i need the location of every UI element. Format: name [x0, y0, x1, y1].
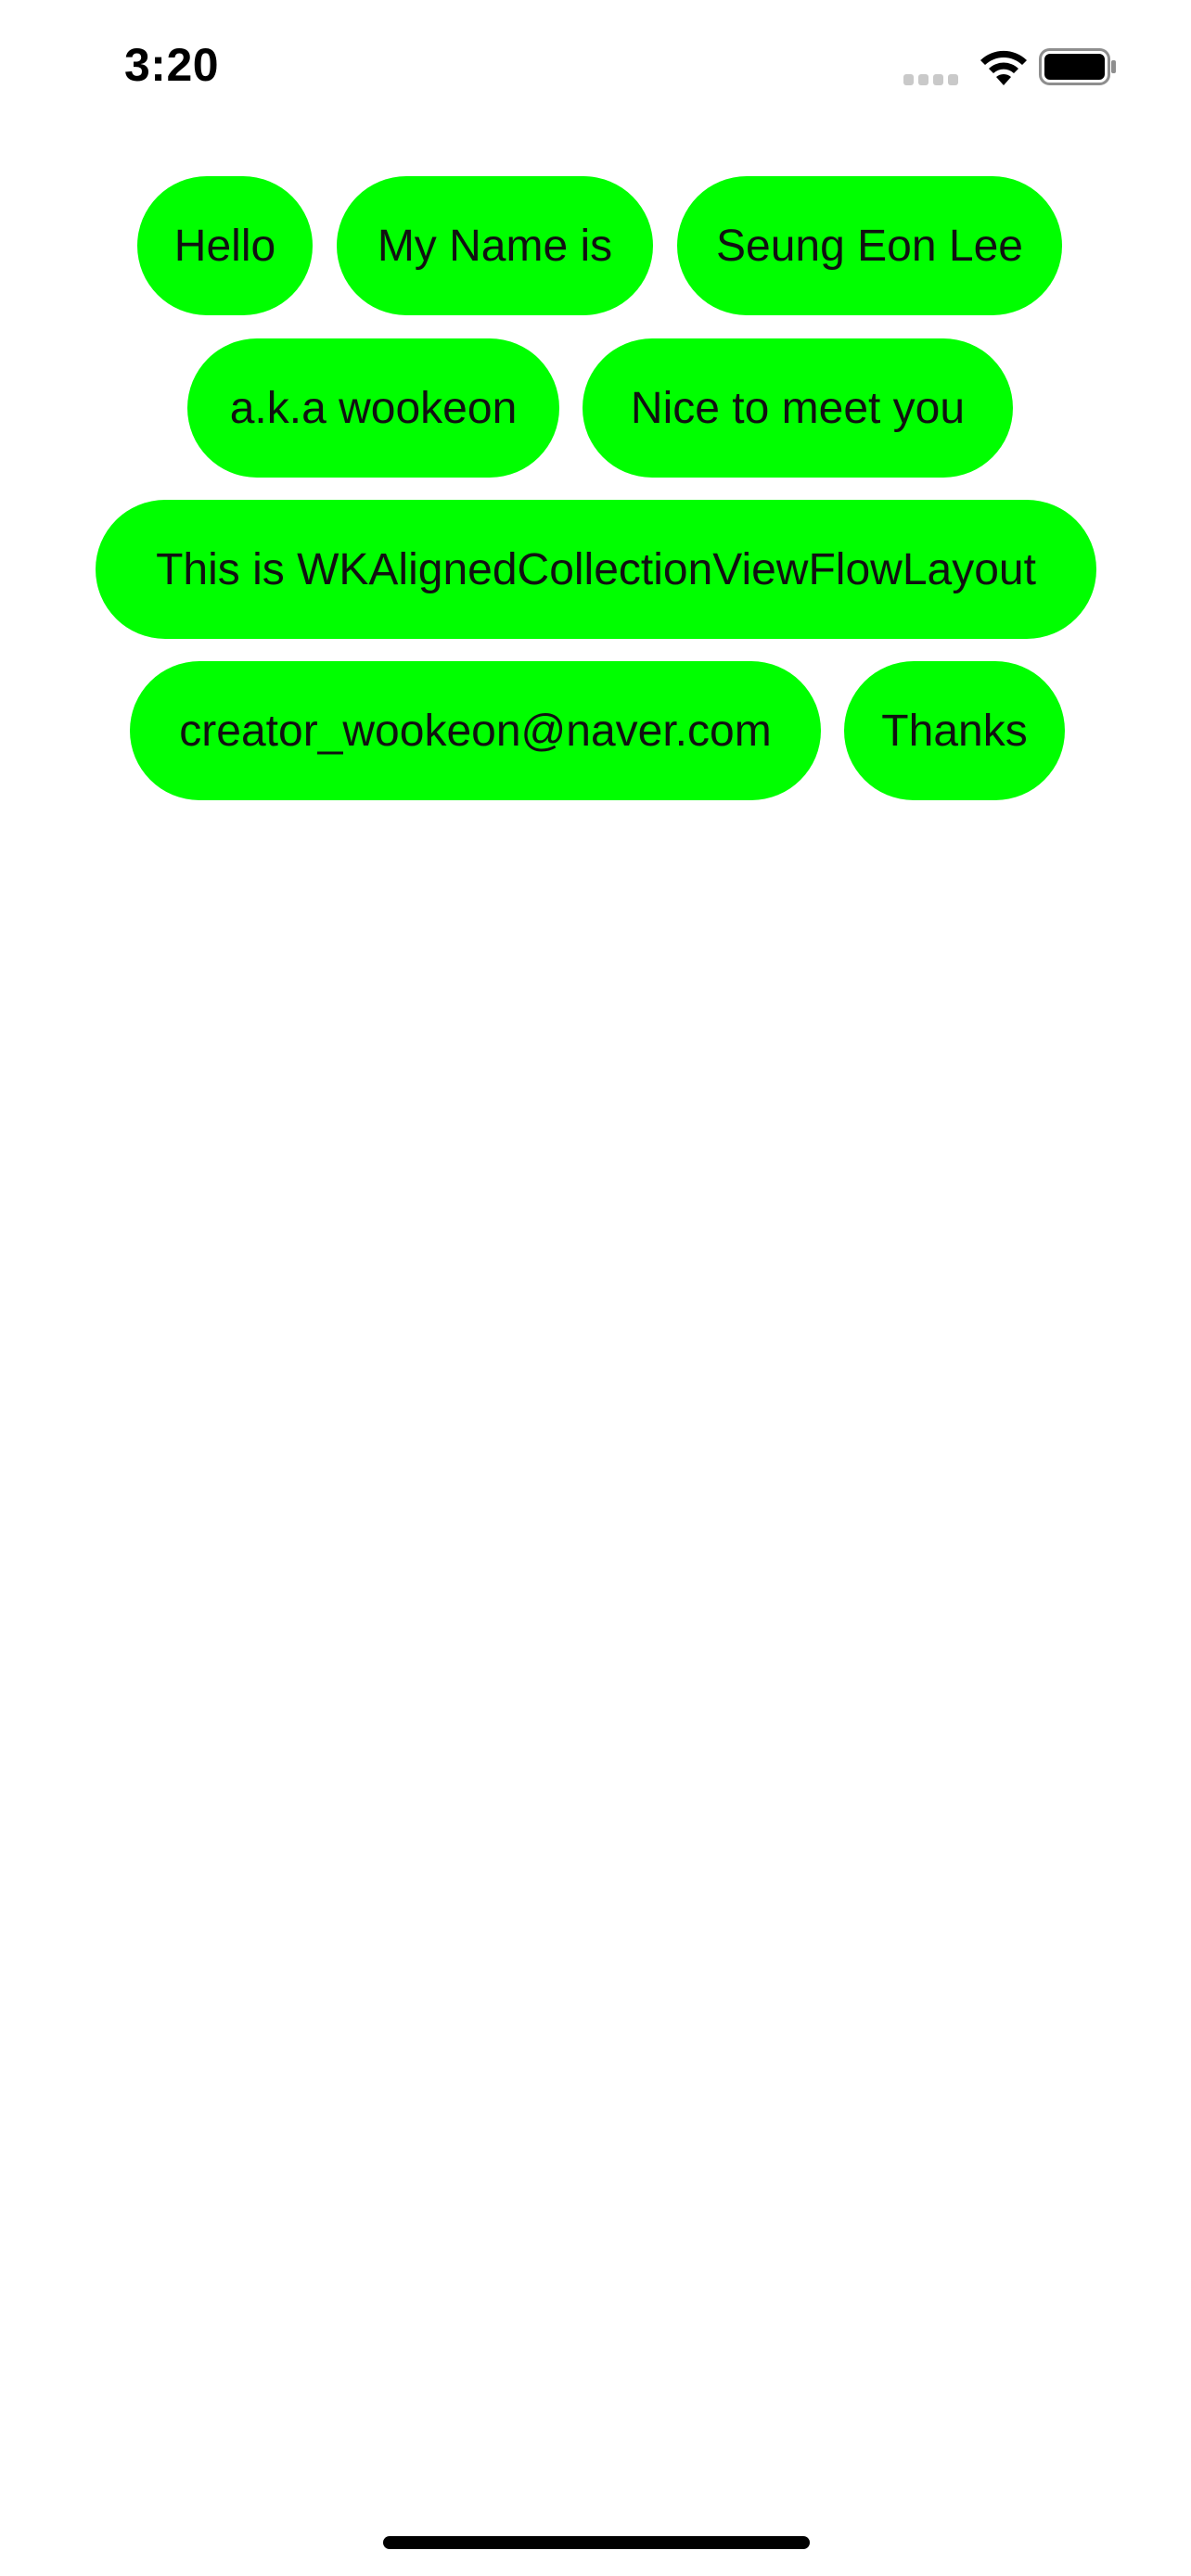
tag-my-name-is[interactable]: My Name is	[337, 176, 653, 315]
home-indicator[interactable]	[383, 2536, 810, 2549]
tag-wkaligned-layout[interactable]: This is WKAlignedCollectionViewFlowLayou…	[96, 500, 1096, 639]
tag-collection: Hello My Name is Seung Eon Lee a.k.a woo…	[0, 0, 1191, 835]
tag-seung-eon-lee[interactable]: Seung Eon Lee	[677, 176, 1062, 315]
tag-creator-email[interactable]: creator_wookeon@naver.com	[130, 661, 821, 800]
tag-hello[interactable]: Hello	[137, 176, 313, 315]
tag-nice-to-meet-you[interactable]: Nice to meet you	[583, 338, 1013, 478]
tag-thanks[interactable]: Thanks	[844, 661, 1065, 800]
tag-aka-wookeon[interactable]: a.k.a wookeon	[187, 338, 559, 478]
